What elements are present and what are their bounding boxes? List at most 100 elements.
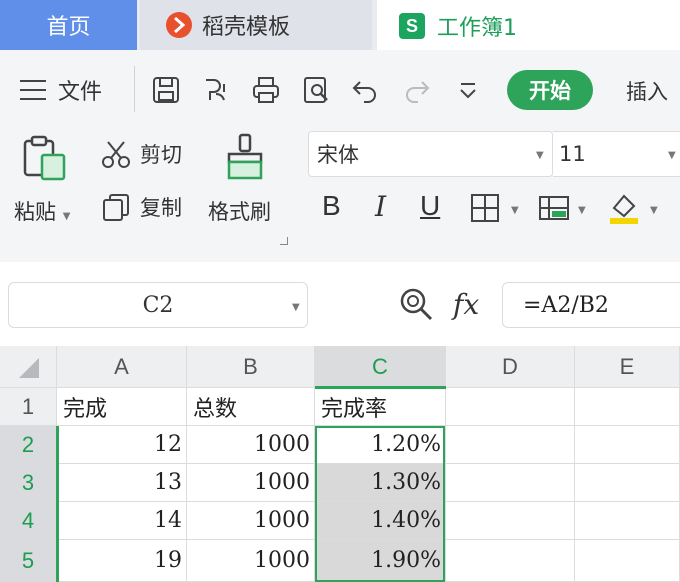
cell-c4[interactable]: 1.40% [315,502,446,540]
tab-template-label: 稻壳模板 [202,15,291,40]
font-name-select[interactable]: 宋体 [308,131,553,177]
format-painter-button[interactable]: 格式刷 [208,196,271,226]
cell-d5[interactable] [446,540,575,582]
cell-a4[interactable]: 14 [57,502,187,540]
tab-workbook-label: 工作簿1 [437,16,517,41]
cell-e1[interactable] [575,388,680,426]
tab-template[interactable]: 稻壳模板 [140,0,372,50]
paste-icon[interactable] [20,133,70,183]
copy-label: 复制 [140,196,182,220]
insert-function-button[interactable]: fx [453,288,479,321]
cell-b2[interactable]: 1000 [187,426,315,464]
cell-b5[interactable]: 1000 [187,540,315,582]
cell-a5[interactable]: 19 [57,540,187,582]
undo-icon[interactable] [350,74,382,106]
column-header-d[interactable]: D [446,346,575,388]
output-pdf-icon[interactable] [200,74,232,106]
selected-column-indicator [315,386,446,389]
column-header-c[interactable]: C [315,346,446,388]
tab-start-label: 开始 [529,79,571,103]
file-menu-label: 文件 [58,80,103,105]
cell-c3[interactable]: 1.30% [315,464,446,502]
cell-d1[interactable] [446,388,575,426]
chevron-down-icon[interactable]: ▼ [578,205,586,216]
cell-a2[interactable]: 12 [57,426,187,464]
print-preview-icon[interactable] [300,74,332,106]
save-icon[interactable] [150,74,182,106]
tab-bar: 首页 稻壳模板 S 工作簿1 [0,0,680,52]
cell-a3[interactable]: 13 [57,464,187,502]
scissors-icon [102,141,130,168]
tab-start[interactable]: 开始 [507,70,593,110]
chevron-down-icon[interactable]: ▼ [650,205,658,216]
formula-input[interactable]: =A2/B2 [502,282,680,328]
bold-icon[interactable]: B [322,190,341,222]
font-size-select[interactable]: 11 [553,131,680,177]
column-header-a[interactable]: A [57,346,187,388]
cell-e3[interactable] [575,464,680,502]
cut-button[interactable]: 剪切 [100,138,182,170]
spreadsheet-grid: A B C D E 1 完成 总数 完成率 2 12 1000 1.20% 3 … [0,346,680,582]
cell-e5[interactable] [575,540,680,582]
select-all-icon [19,357,39,378]
column-header-e[interactable]: E [575,346,680,388]
cell-e4[interactable] [575,502,680,540]
tab-insert-label: 插入 [626,80,668,104]
spreadsheet-logo-icon: S [399,13,425,39]
formula-value: =A2/B2 [523,292,609,318]
row-header-3[interactable]: 3 [0,464,57,502]
chevron-down-icon[interactable]: ▼ [292,302,300,313]
chevron-down-icon[interactable]: ▼ [511,205,519,216]
chevron-down-icon[interactable]: ▼ [536,150,544,161]
format-painter-label: 格式刷 [208,200,271,224]
fill-color-icon[interactable] [606,190,642,226]
cell-c1[interactable]: 完成率 [315,388,446,426]
copy-icon [103,194,129,221]
cell-b1[interactable]: 总数 [187,388,315,426]
font-size-value: 11 [559,142,586,166]
divider [134,66,135,112]
format-painter-icon[interactable] [223,132,267,182]
dialog-launcher-icon[interactable] [280,237,288,245]
row-header-4[interactable]: 4 [0,502,57,540]
file-menu[interactable]: 文件 [20,74,102,106]
cell-style-icon[interactable] [538,195,570,223]
cell-d2[interactable] [446,426,575,464]
cell-reference: C2 [142,292,174,318]
customize-toolbar-icon[interactable] [452,74,484,106]
underline-icon[interactable]: U [420,190,440,222]
print-icon[interactable] [250,74,282,106]
select-all-corner[interactable] [0,346,57,388]
row-header-5[interactable]: 5 [0,540,57,582]
cut-label: 剪切 [140,143,182,167]
chevron-down-icon[interactable]: ▼ [668,150,676,161]
italic-icon[interactable]: I [375,190,386,223]
row-header-2[interactable]: 2 [0,426,57,464]
row-header-1[interactable]: 1 [0,388,57,426]
zoom-search-icon[interactable] [398,286,434,322]
cell-c5[interactable]: 1.90% [315,540,446,582]
paste-button[interactable]: 粘贴 ▼ [14,196,70,226]
cell-b4[interactable]: 1000 [187,502,315,540]
tab-workbook[interactable]: S 工作簿1 [377,0,680,52]
paste-label: 粘贴 [14,200,56,224]
column-header-b[interactable]: B [187,346,315,388]
cell-c2[interactable]: 1.20% [315,426,446,464]
borders-icon[interactable] [470,193,500,223]
tab-home[interactable]: 首页 [0,0,137,50]
font-name-value: 宋体 [317,143,359,167]
tab-insert[interactable]: 插入 [626,76,668,106]
cell-b3[interactable]: 1000 [187,464,315,502]
name-box[interactable]: C2 [8,282,308,328]
hamburger-icon [20,80,46,100]
redo-icon[interactable] [400,74,432,106]
cell-a1[interactable]: 完成 [57,388,187,426]
copy-button[interactable]: 复制 [100,191,182,223]
chevron-down-icon: ▼ [62,211,71,222]
menu-row: 文件 开始 插入 [0,50,680,120]
template-logo-icon [166,12,192,38]
cell-e2[interactable] [575,426,680,464]
cell-d4[interactable] [446,502,575,540]
cell-d3[interactable] [446,464,575,502]
formula-bar: C2 ▼ fx =A2/B2 [0,262,680,346]
